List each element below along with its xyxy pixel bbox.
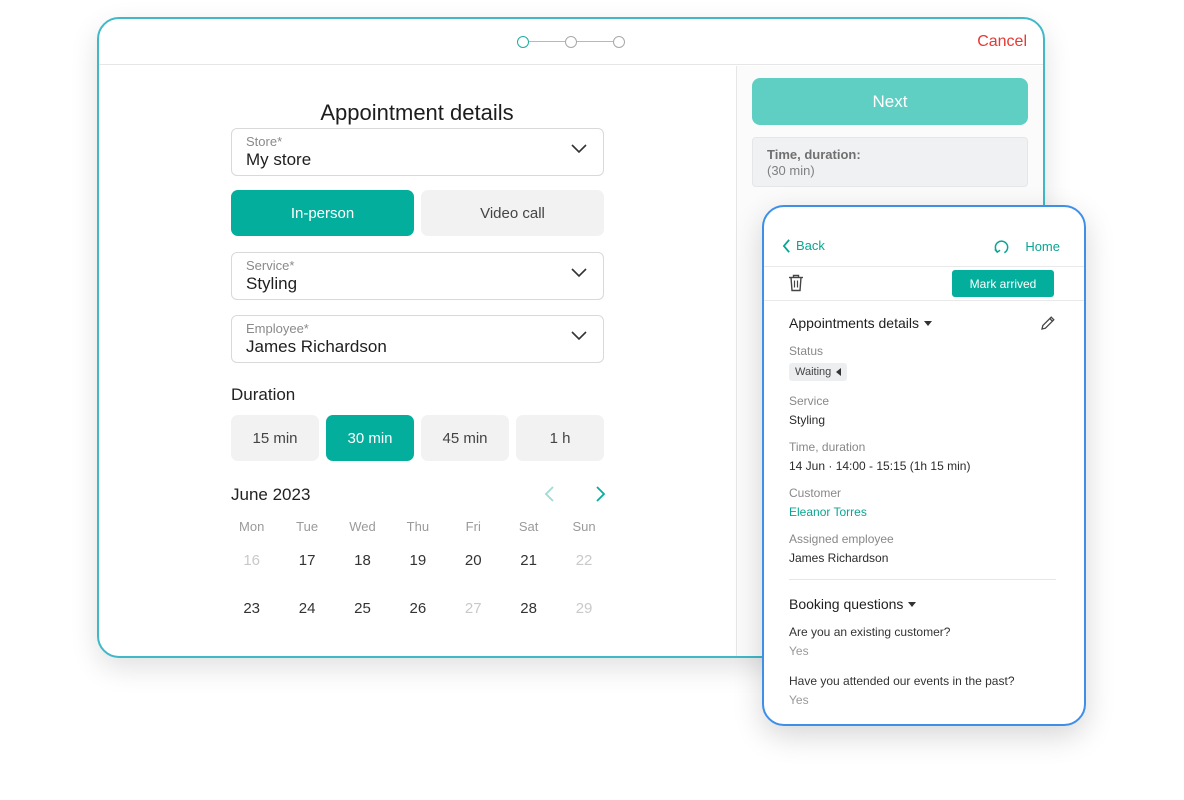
phone-toolbar: Mark arrived xyxy=(764,266,1084,301)
customer-link[interactable]: Eleanor Torres xyxy=(789,505,1056,519)
weekday-label: Sat xyxy=(518,519,539,534)
calendar-day-disabled: 27 xyxy=(464,600,482,617)
employee-label: Employee* xyxy=(246,321,309,336)
caret-left-icon xyxy=(836,368,842,376)
caret-down-icon xyxy=(908,601,917,607)
details-section-header: Appointments details xyxy=(789,315,1056,331)
question-answer: Yes xyxy=(789,644,809,658)
cancel-button[interactable]: Cancel xyxy=(977,33,1027,51)
chevron-right-icon xyxy=(596,486,606,502)
service-value: Styling xyxy=(246,274,298,293)
duration-1h-button[interactable]: 1 h xyxy=(516,415,604,461)
calendar-day[interactable]: 20 xyxy=(446,541,501,589)
calendar-day[interactable]: 21 xyxy=(501,541,556,589)
chevron-left-icon xyxy=(782,238,790,253)
details-section-title: Appointments details xyxy=(789,315,919,331)
time-value: 14 Jun · 14:00 - 15:15 (1h 15 min) xyxy=(789,459,971,473)
status-label: Status xyxy=(789,344,824,358)
service-label: Service xyxy=(789,394,830,408)
store-select[interactable]: Store* My store xyxy=(231,128,604,176)
weekday-label: Wed xyxy=(349,519,376,534)
trash-icon[interactable] xyxy=(788,274,804,292)
status-value: Waiting xyxy=(795,366,832,378)
calendar-day[interactable]: 17 xyxy=(279,541,334,589)
step-1-dot xyxy=(517,36,529,48)
refresh-icon xyxy=(994,240,1009,254)
status-badge[interactable]: Waiting xyxy=(789,363,848,381)
calendar-prev-button[interactable] xyxy=(540,484,560,504)
appointment-form: Appointment details Store* My store In-p… xyxy=(99,66,736,656)
calendar-day-disabled: 22 xyxy=(575,552,593,569)
calendar-day[interactable]: 26 xyxy=(390,589,445,637)
store-value: My store xyxy=(246,150,312,169)
step-3-dot xyxy=(613,36,625,48)
calendar-weekday-row: Mon Tue Wed Thu Fri Sat Sun xyxy=(224,519,612,541)
calendar-day[interactable]: 28 xyxy=(501,589,556,637)
employee-value: James Richardson xyxy=(789,551,889,565)
appointment-details-panel: Appointments details Status Waiting Serv… xyxy=(789,315,1056,707)
customer-label: Customer xyxy=(789,486,842,500)
chevron-down-icon xyxy=(571,268,587,278)
video-call-button[interactable]: Video call xyxy=(421,190,604,236)
calendar-day-disabled: 16 xyxy=(243,552,261,569)
calendar-day[interactable]: 25 xyxy=(335,589,390,637)
chevron-left-icon xyxy=(544,486,554,502)
service-value: Styling xyxy=(789,413,826,427)
calendar-grid: Mon Tue Wed Thu Fri Sat Sun 16 17 18 19 … xyxy=(224,519,612,637)
back-button[interactable]: Back xyxy=(782,238,825,253)
calendar-week-row: 16 17 18 19 20 21 22 xyxy=(224,541,612,589)
question-label: Are you an existing customer? xyxy=(789,625,951,639)
calendar-day[interactable]: 24 xyxy=(279,589,334,637)
weekday-label: Fri xyxy=(465,519,481,534)
chevron-down-icon xyxy=(571,331,587,341)
tablet-top-bar: Cancel xyxy=(99,19,1043,65)
home-button[interactable]: Home xyxy=(993,238,1060,255)
weekday-label: Mon xyxy=(239,519,265,534)
time-label: Time, duration xyxy=(789,440,866,454)
weekday-label: Tue xyxy=(296,519,319,534)
time-duration-summary: Time, duration: (30 min) xyxy=(752,137,1028,187)
calendar-day-disabled: 29 xyxy=(575,600,593,617)
employee-value: James Richardson xyxy=(246,337,387,356)
employee-label: Assigned employee xyxy=(789,532,894,546)
progress-stepper xyxy=(517,36,627,48)
calendar-next-button[interactable] xyxy=(590,484,610,504)
page-title: Appointment details xyxy=(320,100,514,125)
question-label: Have you attended our events in the past… xyxy=(789,674,1015,688)
caret-down-icon xyxy=(923,320,932,326)
weekday-label: Sun xyxy=(572,519,596,534)
calendar-week-row: 23 24 25 26 27 28 29 xyxy=(224,589,612,637)
summary-value: (30 min) xyxy=(767,163,815,178)
home-label: Home xyxy=(1025,239,1060,254)
section-divider xyxy=(789,579,1056,580)
phone-header: Back Home xyxy=(764,207,1084,265)
service-select[interactable]: Service* Styling xyxy=(231,252,604,300)
in-person-button[interactable]: In-person xyxy=(231,190,414,236)
calendar-day[interactable]: 19 xyxy=(390,541,445,589)
duration-label: Duration xyxy=(231,385,296,404)
employee-select[interactable]: Employee* James Richardson xyxy=(231,315,604,363)
back-label: Back xyxy=(796,238,825,253)
calendar-day[interactable]: 18 xyxy=(335,541,390,589)
mark-arrived-button[interactable]: Mark arrived xyxy=(952,270,1054,297)
next-button[interactable]: Next xyxy=(752,78,1028,125)
duration-30-button[interactable]: 30 min xyxy=(326,415,414,461)
duration-15-button[interactable]: 15 min xyxy=(231,415,319,461)
chevron-down-icon xyxy=(571,144,587,154)
step-2-dot xyxy=(565,36,577,48)
calendar-month: June 2023 xyxy=(231,485,311,504)
service-label: Service* xyxy=(246,258,295,273)
booking-section-title: Booking questions xyxy=(789,596,904,612)
details-section-toggle[interactable]: Appointments details xyxy=(789,315,1056,331)
question-answer: Yes xyxy=(789,693,809,707)
phone-window: Back Home Mark arrived Appointments deta… xyxy=(762,205,1086,726)
booking-section-toggle[interactable]: Booking questions xyxy=(789,596,1056,612)
store-label: Store* xyxy=(246,134,283,149)
calendar-day[interactable]: 23 xyxy=(224,589,279,637)
pencil-icon[interactable] xyxy=(1040,315,1056,331)
duration-45-button[interactable]: 45 min xyxy=(421,415,509,461)
summary-title: Time, duration: xyxy=(767,147,861,162)
weekday-label: Thu xyxy=(406,519,430,534)
